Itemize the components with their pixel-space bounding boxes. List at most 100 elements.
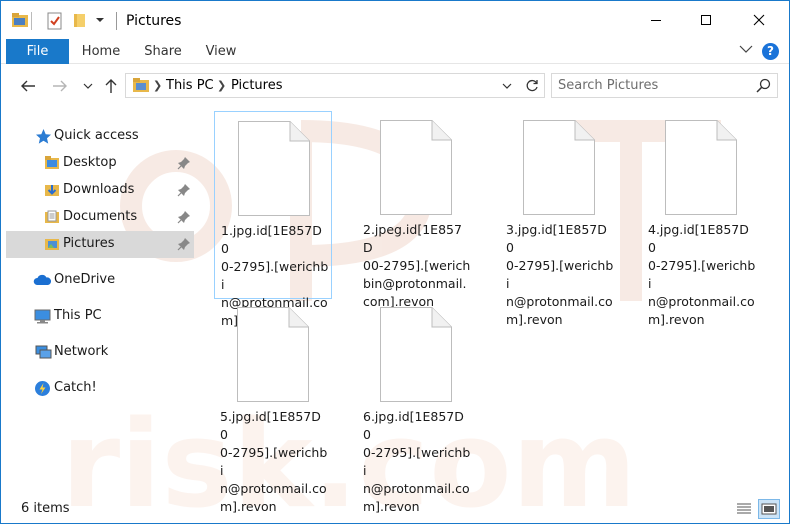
search-icon[interactable] — [756, 78, 771, 97]
expand-ribbon-icon[interactable] — [739, 43, 753, 59]
back-arrow-icon — [21, 80, 35, 92]
address-dropdown-icon[interactable] — [502, 80, 512, 95]
tab-share[interactable]: Share — [141, 39, 185, 64]
file-name-line: 00-2795].[werich — [363, 258, 471, 273]
new-folder-icon[interactable] — [73, 12, 91, 30]
document-icon — [380, 307, 452, 402]
up-button[interactable] — [100, 75, 122, 97]
pictures-icon — [44, 236, 61, 253]
sidebar-item-network[interactable]: Network — [1, 339, 196, 366]
search-placeholder: Search Pictures — [558, 78, 659, 93]
title-bar: Pictures — [1, 1, 789, 39]
catch-icon — [34, 380, 51, 397]
file-item[interactable]: 6.jpg.id[1E857D0 0-2795].[werichbi n@pro… — [357, 298, 475, 514]
file-name-line: 5.jpg.id[1E857D0 — [220, 409, 321, 442]
sidebar-item-documents[interactable]: Documents — [1, 204, 196, 231]
document-icon — [380, 120, 452, 215]
document-icon — [237, 307, 309, 402]
breadcrumb-chevron-icon[interactable]: ❯ — [217, 79, 226, 92]
sidebar-item-desktop[interactable]: Desktop — [1, 150, 196, 177]
refresh-icon — [526, 79, 538, 91]
forward-arrow-icon — [53, 80, 67, 92]
file-name-line: bin@protonmail. — [363, 276, 467, 291]
pin-icon[interactable] — [177, 210, 191, 224]
file-name-line: 0-2795].[werichbi — [220, 445, 328, 478]
file-name-line: m].revon — [506, 312, 563, 327]
breadcrumb-this-pc[interactable]: This PC — [166, 78, 214, 93]
up-arrow-icon — [105, 79, 117, 93]
folder-icon — [44, 155, 61, 172]
file-name: 3.jpg.id[1E857D0 0-2795].[werichbi n@pro… — [506, 221, 614, 329]
sidebar-item-downloads[interactable]: Downloads — [1, 177, 196, 204]
tab-home[interactable]: Home — [79, 39, 123, 64]
file-name-line: 2.jpeg.id[1E857D — [363, 222, 462, 255]
tab-view[interactable]: View — [201, 39, 241, 64]
search-input[interactable]: Search Pictures — [551, 73, 778, 98]
document-icon — [523, 120, 595, 215]
sidebar-item-label: OneDrive — [54, 272, 116, 287]
sidebar-item-label: Desktop — [63, 155, 117, 170]
star-icon — [35, 128, 52, 145]
recent-locations-button[interactable] — [77, 75, 99, 97]
sidebar-item-label: Catch! — [54, 380, 97, 395]
pin-icon[interactable] — [177, 237, 191, 251]
window-title: Pictures — [126, 13, 182, 29]
minimize-icon — [651, 20, 661, 21]
file-name-line: 0-2795].[werichbi — [363, 445, 471, 478]
sidebar-item-pictures[interactable]: Pictures — [6, 231, 194, 258]
sidebar-item-quick-access[interactable]: Quick access — [1, 123, 196, 150]
refresh-button[interactable] — [519, 73, 545, 98]
network-icon — [34, 344, 52, 361]
cloud-icon — [33, 272, 52, 289]
tab-file[interactable]: File — [6, 39, 69, 64]
sidebar-item-onedrive[interactable]: OneDrive — [1, 267, 196, 294]
explorer-window: risk.com Pictures File Home Share View ?… — [0, 0, 790, 524]
large-icons-view-button[interactable] — [758, 499, 780, 519]
file-name-line: 0-2795].[werichbi — [648, 258, 756, 291]
sidebar-item-label: Downloads — [63, 182, 135, 197]
file-name-line: n@protonmail.co — [648, 294, 755, 309]
pin-icon[interactable] — [177, 183, 191, 197]
close-button[interactable] — [734, 1, 784, 39]
file-item[interactable]: 4.jpg.id[1E857D0 0-2795].[werichbi n@pro… — [642, 111, 760, 327]
large-icons-view-icon — [761, 503, 777, 515]
chevron-down-icon — [83, 83, 93, 89]
breadcrumb-chevron-icon[interactable]: ❯ — [153, 79, 162, 92]
help-button[interactable]: ? — [762, 43, 779, 60]
downloads-icon — [44, 182, 61, 199]
forward-button[interactable] — [49, 75, 71, 97]
file-item[interactable]: 2.jpeg.id[1E857D 00-2795].[werich bin@pr… — [357, 111, 475, 309]
navigation-pane: Quick access Desktop Downloads Documents… — [1, 105, 201, 495]
breadcrumb-pictures[interactable]: Pictures — [231, 78, 282, 93]
file-name-line: 6.jpg.id[1E857D0 — [363, 409, 464, 442]
back-button[interactable] — [17, 75, 39, 97]
pin-icon[interactable] — [177, 156, 191, 170]
file-name-line: n@protonmail.co — [506, 294, 613, 309]
sidebar-item-label: This PC — [54, 308, 102, 323]
file-item[interactable]: 5.jpg.id[1E857D0 0-2795].[werichbi n@pro… — [214, 298, 332, 514]
maximize-button[interactable] — [681, 1, 731, 39]
sidebar-item-label: Pictures — [63, 236, 115, 251]
sidebar-item-label: Quick access — [54, 128, 139, 143]
details-view-icon — [737, 503, 751, 514]
address-bar[interactable]: ❯ This PC ❯ Pictures — [125, 73, 545, 98]
document-icon — [665, 120, 737, 215]
computer-icon — [34, 308, 51, 325]
file-name-line: 1.jpg.id[1E857D0 — [221, 223, 322, 256]
explorer-app-icon[interactable] — [11, 12, 29, 30]
file-item[interactable]: 1.jpg.id[1E857D0 0-2795].[werichbi n@pro… — [214, 111, 332, 328]
details-view-button[interactable] — [733, 499, 755, 519]
file-name-line: m].revon — [648, 312, 705, 327]
item-count: 6 items — [21, 501, 70, 516]
sidebar-item-catch[interactable]: Catch! — [1, 375, 196, 402]
minimize-button[interactable] — [631, 1, 681, 39]
documents-icon — [44, 209, 61, 226]
file-item[interactable]: 3.jpg.id[1E857D0 0-2795].[werichbi n@pro… — [500, 111, 618, 327]
sidebar-item-this-pc[interactable]: This PC — [1, 303, 196, 330]
close-icon — [753, 14, 765, 26]
file-name-line: 3.jpg.id[1E857D0 — [506, 222, 607, 255]
file-name-line: 4.jpg.id[1E857D0 — [648, 222, 749, 255]
file-name: 4.jpg.id[1E857D0 0-2795].[werichbi n@pro… — [648, 221, 756, 329]
properties-icon[interactable] — [47, 12, 65, 30]
qat-dropdown-icon[interactable] — [95, 14, 113, 32]
